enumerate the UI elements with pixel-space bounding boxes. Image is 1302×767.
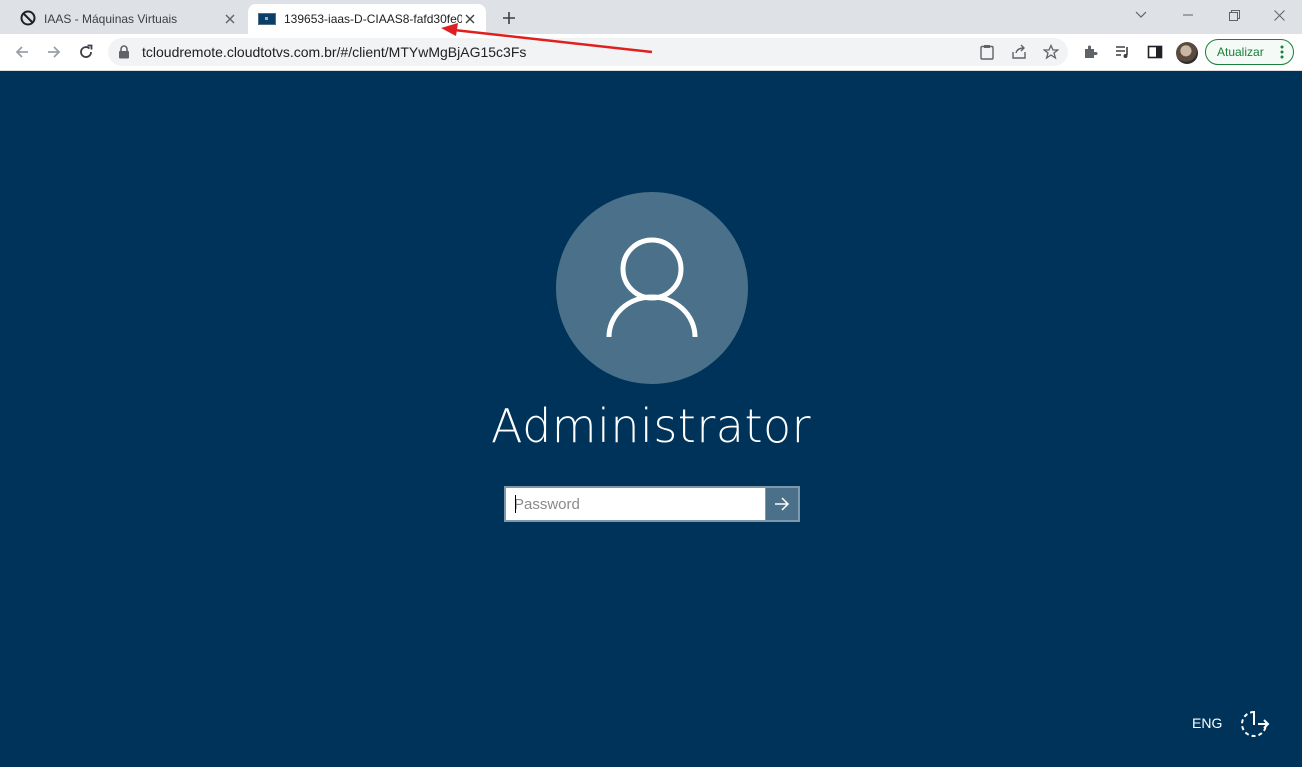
bookmark-star-icon[interactable] — [1042, 43, 1060, 61]
user-avatar — [556, 192, 748, 384]
remote-desktop-view[interactable]: Administrator ENG — [2, 71, 1300, 767]
media-queue-icon[interactable] — [1113, 42, 1133, 62]
reload-button[interactable] — [73, 39, 99, 65]
circle-slash-icon — [20, 10, 36, 29]
minimize-button[interactable] — [1165, 0, 1211, 30]
back-button[interactable] — [9, 39, 35, 65]
profile-avatar[interactable] — [1176, 42, 1198, 64]
password-input[interactable] — [506, 488, 765, 520]
update-label: Atualizar — [1217, 45, 1264, 59]
tab-close-icon[interactable] — [222, 11, 238, 27]
share-icon[interactable] — [1010, 43, 1028, 61]
text-cursor — [515, 495, 516, 513]
tab-close-icon[interactable] — [462, 11, 478, 27]
tab-iaas[interactable]: IAAS - Máquinas Virtuais — [8, 4, 246, 34]
tab-title: IAAS - Máquinas Virtuais — [44, 12, 178, 26]
tab-strip: IAAS - Máquinas Virtuais 139653-iaas-D-C… — [0, 0, 1302, 34]
submit-arrow-button[interactable] — [765, 488, 798, 520]
extensions-puzzle-icon[interactable] — [1081, 42, 1101, 62]
forward-button[interactable] — [41, 39, 67, 65]
tab-vm[interactable]: 139653-iaas-D-CIAAS8-fafd30fe0 — [248, 4, 486, 34]
clipboard-icon[interactable] — [978, 43, 996, 61]
user-silhouette-icon — [606, 237, 698, 338]
browser-toolbar: tcloudremote.cloudtotvs.com.br/#/client/… — [0, 34, 1302, 71]
language-indicator[interactable]: ENG — [1192, 715, 1222, 731]
close-window-button[interactable] — [1256, 0, 1302, 30]
account-name: Administrator — [490, 399, 812, 453]
lock-icon[interactable] — [118, 45, 130, 64]
password-box — [504, 486, 800, 522]
update-button[interactable]: Atualizar — [1205, 39, 1294, 65]
vm-screen-icon — [258, 13, 276, 25]
side-panel-icon[interactable] — [1145, 42, 1165, 62]
new-tab-button[interactable] — [498, 7, 520, 29]
arrow-right-icon — [775, 497, 790, 511]
ease-of-access-icon[interactable] — [1238, 708, 1270, 740]
tab-search-icon[interactable] — [1118, 0, 1164, 30]
tab-title: 139653-iaas-D-CIAAS8-fafd30fe0 — [284, 12, 462, 26]
restore-button[interactable] — [1211, 0, 1257, 30]
menu-dots-icon[interactable] — [1280, 45, 1284, 62]
url-text: tcloudremote.cloudtotvs.com.br/#/client/… — [142, 44, 527, 60]
address-bar[interactable]: tcloudremote.cloudtotvs.com.br/#/client/… — [108, 38, 1068, 66]
